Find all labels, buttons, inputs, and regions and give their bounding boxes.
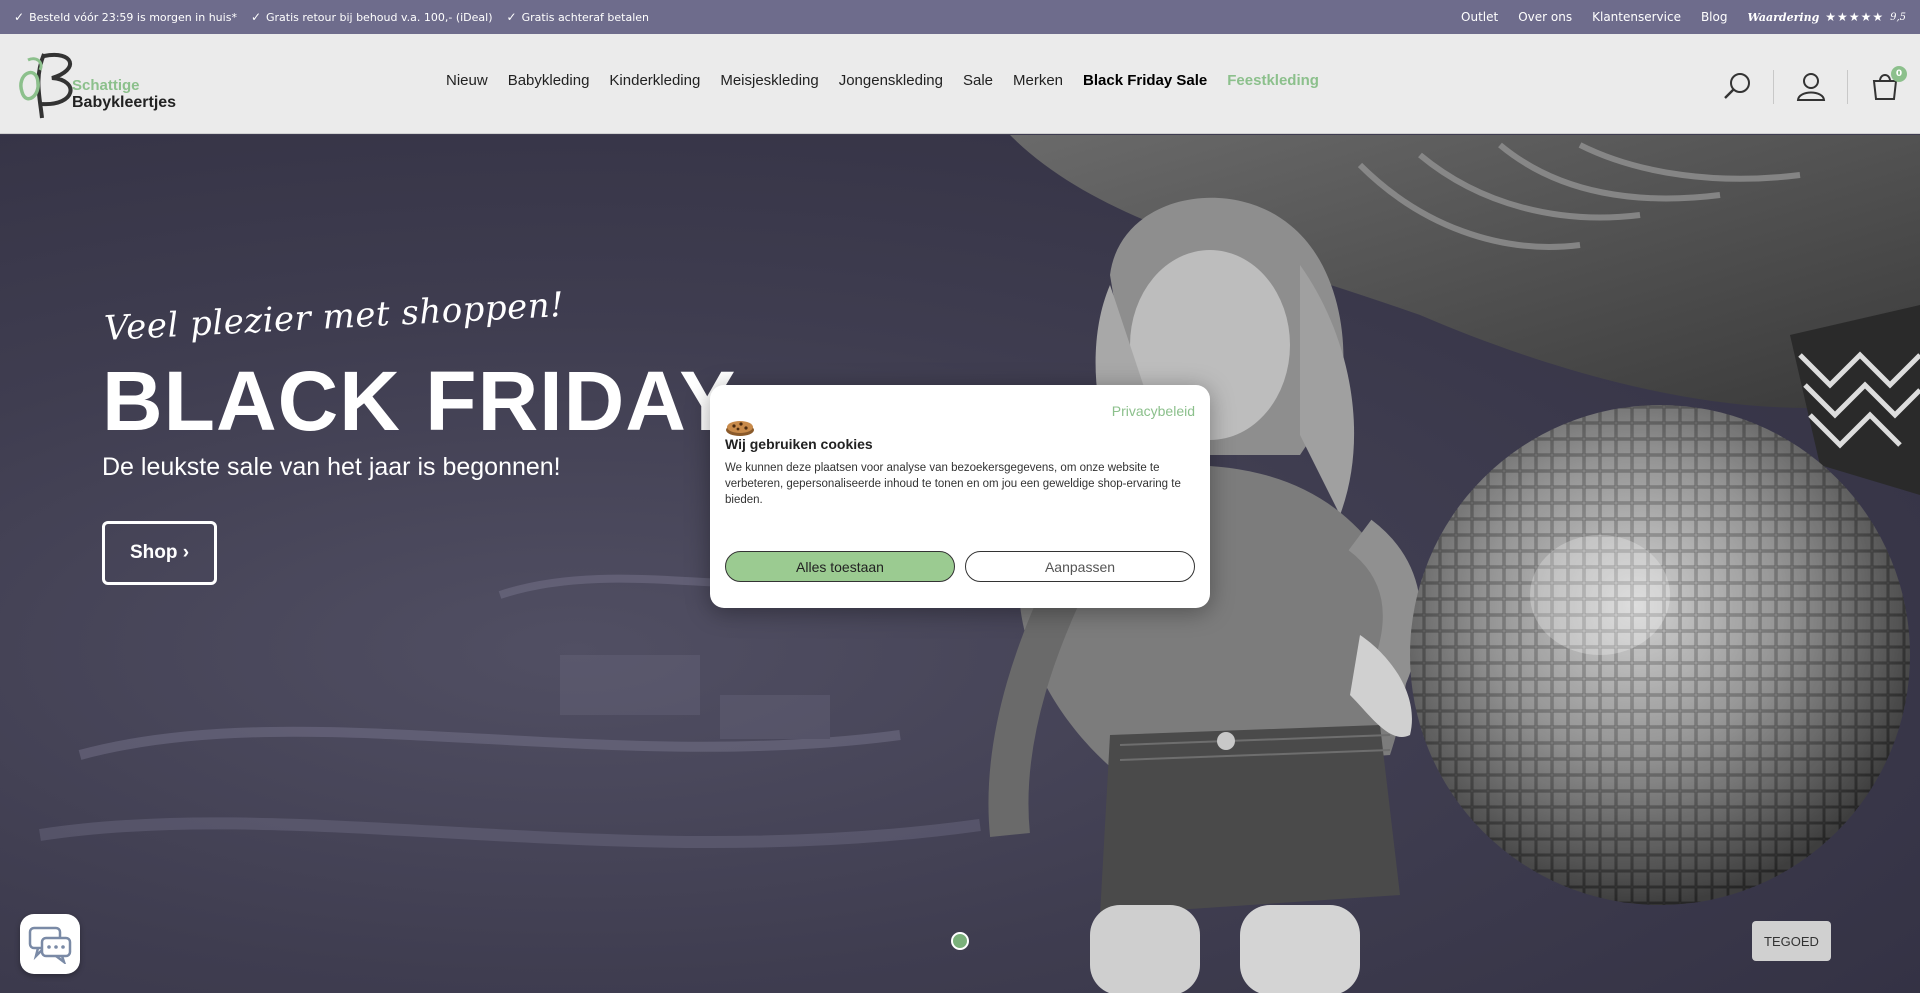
nav-item-merken[interactable]: Merken xyxy=(1013,72,1063,89)
nav-item-nieuw[interactable]: Nieuw xyxy=(446,72,488,89)
nav-item-kinderkleding[interactable]: Kinderkleding xyxy=(609,72,700,89)
rating-label: Waardering xyxy=(1747,10,1820,24)
main-nav: Nieuw Babykleding Kinderkleding Meisjesk… xyxy=(446,72,1319,89)
account-button[interactable] xyxy=(1795,70,1827,102)
nav-item-babykleding[interactable]: Babykleding xyxy=(508,72,590,89)
search-button[interactable] xyxy=(1722,70,1754,102)
nav-item-meisjeskleding[interactable]: Meisjeskleding xyxy=(720,72,818,89)
check-icon: ✓ xyxy=(506,10,517,24)
link-klantenservice[interactable]: Klantenservice xyxy=(1592,10,1681,24)
cart-count-badge: 0 xyxy=(1891,66,1907,82)
tegoed-button[interactable]: TEGOED xyxy=(1752,921,1831,961)
link-over-ons[interactable]: Over ons xyxy=(1518,10,1572,24)
check-icon: ✓ xyxy=(250,10,262,24)
cart-button[interactable]: 0 xyxy=(1869,66,1907,102)
usp-item: ✓ Besteld vóór 23:59 is morgen in huis* xyxy=(14,10,237,24)
nav-item-black-friday-sale[interactable]: Black Friday Sale xyxy=(1083,72,1207,89)
site-header: Schattige Babykleertjes Nieuw Babykledin… xyxy=(0,34,1920,134)
header-divider xyxy=(1773,70,1774,104)
customize-button[interactable]: Aanpassen xyxy=(965,551,1195,582)
account-icon xyxy=(1796,73,1826,101)
usp-label: Gratis retour bij behoud v.a. 100,- (iDe… xyxy=(266,10,493,24)
usp-label: Besteld vóór 23:59 is morgen in huis* xyxy=(29,10,237,24)
carousel-dot[interactable] xyxy=(951,932,969,950)
privacy-link[interactable]: Privacybeleid xyxy=(1112,403,1195,419)
hero-subtitle: De leukste sale van het jaar is begonnen… xyxy=(102,453,561,481)
link-blog[interactable]: Blog xyxy=(1701,10,1728,24)
nav-item-jongenskleding[interactable]: Jongenskleding xyxy=(839,72,943,89)
hero-title: BLACK FRIDAY xyxy=(102,354,737,448)
logo-line-1: Schattige xyxy=(72,77,140,94)
usp-item: ✓ Gratis retour bij behoud v.a. 100,- (i… xyxy=(251,10,493,24)
usp-label: Gratis achteraf betalen xyxy=(521,10,650,24)
logo-line-2: Babykleertjes xyxy=(72,94,177,111)
usp-list: ✓ Besteld vóór 23:59 is morgen in huis* … xyxy=(14,10,649,24)
top-links: Outlet Over ons Klantenservice Blog Waar… xyxy=(1461,10,1906,24)
logo[interactable]: Schattige Babykleertjes xyxy=(14,48,194,120)
chat-button[interactable] xyxy=(20,914,80,974)
chat-icon xyxy=(28,926,72,964)
cookie-text: We kunnen deze plaatsen voor analyse van… xyxy=(725,462,1181,506)
header-divider xyxy=(1847,70,1848,104)
rating-stars: ★★★★★ xyxy=(1825,10,1885,24)
cookie-dialog: Privacybeleid Wij gebruiken cookies We k… xyxy=(710,385,1210,608)
rating-widget[interactable]: Waardering ★★★★★ 9,5 xyxy=(1747,10,1906,24)
accept-all-button[interactable]: Alles toestaan xyxy=(725,551,955,582)
search-icon xyxy=(1724,73,1750,99)
rating-score: 9,5 xyxy=(1890,11,1906,23)
cookie-icon xyxy=(726,421,754,436)
nav-item-feestkleding[interactable]: Feestkleding xyxy=(1227,72,1319,89)
cookie-title: Wij gebruiken cookies xyxy=(725,436,873,452)
shop-button[interactable]: Shop › xyxy=(102,521,217,585)
top-bar: ✓ Besteld vóór 23:59 is morgen in huis* … xyxy=(0,0,1920,34)
link-outlet[interactable]: Outlet xyxy=(1461,10,1498,24)
usp-item: ✓ Gratis achteraf betalen xyxy=(507,10,650,24)
nav-item-sale[interactable]: Sale xyxy=(963,72,993,89)
check-icon: ✓ xyxy=(14,10,25,24)
